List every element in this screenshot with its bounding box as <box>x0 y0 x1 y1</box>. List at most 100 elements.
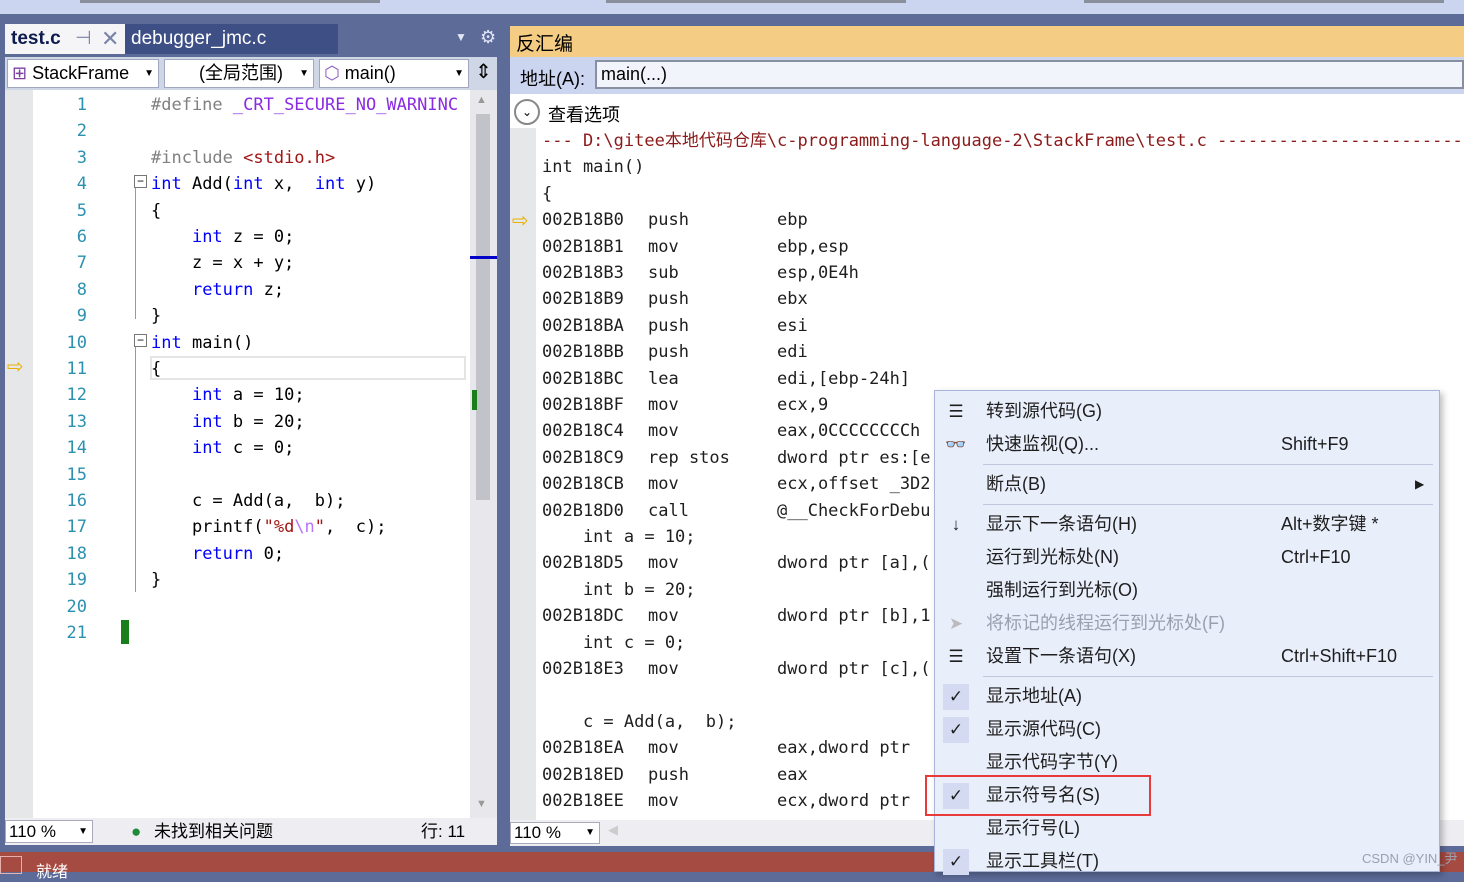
code-token: z; <box>253 279 285 300</box>
asm-address: 002B18C4 <box>542 421 624 442</box>
code-line[interactable]: #define _CRT_SECURE_NO_WARNINC <box>151 92 458 118</box>
asm-address: 002B18BB <box>542 342 624 363</box>
code-token: _CRT_SECURE_NO_WARNINC <box>232 95 459 115</box>
status-icon <box>0 856 22 874</box>
code-editor[interactable]: ⇨ − − 1 #define _CRT_SECURE_NO_WARNINC 2 3 #… <box>5 90 470 818</box>
code-token: int <box>151 332 182 353</box>
code-line[interactable]: printf("%d\n", c); <box>151 514 387 540</box>
code-line[interactable]: { <box>151 356 161 382</box>
issues-status[interactable]: 未找到相关问题 <box>154 818 273 845</box>
code-line[interactable]: } <box>151 303 161 329</box>
source-line: int b = 20; <box>542 579 696 600</box>
asm-opcode: mov <box>648 474 679 495</box>
menu-item[interactable]: 断点(B) ▶ <box>935 468 1439 501</box>
code-token: 0; <box>253 543 285 564</box>
line-number: 19 <box>66 570 87 591</box>
menu-item[interactable]: 显示行号(L) <box>935 812 1439 845</box>
code-line[interactable]: return 0; <box>151 541 284 567</box>
tab-dropdown-icon[interactable]: ▼ <box>455 30 467 44</box>
menu-item[interactable]: ☰ 设置下一条语句(X) Ctrl+Shift+F10 <box>935 640 1439 673</box>
asm-opcode: push <box>648 764 689 785</box>
address-input[interactable]: main(...) <box>595 60 1464 89</box>
asm-address: 002B18B9 <box>542 289 624 310</box>
menu-item[interactable]: 👓 快速监视(Q)... Shift+F9 <box>935 428 1439 461</box>
code-line[interactable]: int a = 10; <box>151 382 305 408</box>
scroll-thumb[interactable] <box>476 114 490 500</box>
member-combo[interactable]: ⬡ main() ▼ <box>319 59 469 88</box>
code-line[interactable]: } <box>151 567 161 593</box>
asm-address: 002B18C9 <box>542 447 624 468</box>
menu-item[interactable]: ✓ 显示地址(A) <box>935 680 1439 713</box>
address-label: 地址(A): <box>520 69 585 89</box>
code-line[interactable]: { <box>151 198 161 224</box>
chevron-down-icon: ▼ <box>454 68 464 79</box>
view-options-label[interactable]: 查看选项 <box>548 101 620 127</box>
navigation-bar: ⊞ StackFrame ▼ (全局范围) ▼ ⬡ main() ▼ ⇕ <box>5 57 497 90</box>
line-position: 行: 11 <box>421 822 466 841</box>
menu-item-label: 将标记的线程运行到光标处(F) <box>986 613 1225 633</box>
menu-item[interactable]: ✓ 显示源代码(C) <box>935 713 1439 746</box>
asm-operand: esp,0E4h <box>777 263 859 283</box>
asm-opcode: mov <box>648 791 679 811</box>
code-token: a = 10; <box>222 385 305 406</box>
scroll-down-icon[interactable]: ▼ <box>476 798 487 810</box>
tab-debugger-jmc[interactable]: debugger_jmc.c <box>125 24 338 54</box>
code-line[interactable]: c = Add(a, b); <box>151 488 346 514</box>
project-icon: ⊞ <box>12 63 33 83</box>
editor-scrollbar[interactable]: ▲ ▼ <box>470 90 497 818</box>
code-line[interactable]: z = x + y; <box>151 250 294 276</box>
top-strip <box>0 0 1464 14</box>
menu-item-label: 显示源代码(C) <box>986 719 1101 739</box>
menu-item[interactable]: 强制运行到光标(O) <box>935 574 1439 607</box>
code-token: int <box>191 411 223 432</box>
menu-item-label: 显示行号(L) <box>986 818 1080 838</box>
scroll-up-icon[interactable]: ▲ <box>476 94 487 106</box>
code-token: x, <box>263 174 315 195</box>
asm-opcode: push <box>648 342 689 363</box>
asm-address: 002B18BC <box>542 368 624 389</box>
scope-combo[interactable]: (全局范围) ▼ <box>164 59 314 88</box>
asm-operand: edi,[ebp-24h] <box>777 368 911 389</box>
code-line[interactable]: int Add(int x, int y) <box>151 171 376 197</box>
code-line[interactable]: return z; <box>151 277 284 303</box>
collapse-icon[interactable]: − <box>134 175 147 188</box>
code-line[interactable]: int main() <box>151 330 253 356</box>
line-number: 17 <box>66 517 87 538</box>
zoom-combo[interactable]: 110 % ▼ <box>510 822 600 844</box>
menu-item-label: 快速监视(Q)... <box>986 434 1099 454</box>
menu-item[interactable]: ☰ 转到源代码(G) <box>935 395 1439 428</box>
menu-item[interactable]: ↓ 显示下一条语句(H) Alt+数字键 * <box>935 508 1439 541</box>
code-line[interactable]: int b = 20; <box>151 409 305 435</box>
asm-opcode: mov <box>648 738 679 759</box>
close-icon[interactable]: ✕ <box>101 26 119 52</box>
tab-label: test.c <box>11 28 61 49</box>
code-line[interactable]: int z = 0; <box>151 224 294 250</box>
scroll-left-icon[interactable]: ◀ <box>608 822 618 838</box>
menu-separator <box>983 464 1433 465</box>
pin-icon[interactable]: ⊣ <box>75 26 92 52</box>
asm-operand: ebp <box>777 210 808 231</box>
project-combo[interactable]: ⊞ StackFrame ▼ <box>7 59 159 88</box>
address-bar: 地址(A): main(...) <box>510 57 1464 94</box>
collapse-icon[interactable]: − <box>134 334 147 347</box>
zoom-combo[interactable]: 110 % ▼ <box>5 820 93 843</box>
split-icon[interactable]: ⇕ <box>475 59 492 84</box>
watermark: CSDN @YIN_尹 <box>1362 851 1458 866</box>
asm-operand: ebx <box>777 289 808 310</box>
line-number: 8 <box>76 279 87 300</box>
asm-operand: edi <box>777 342 808 363</box>
code-token: { <box>151 200 162 221</box>
source-line: c = Add(a, b); <box>542 711 737 732</box>
code-line[interactable]: int c = 0; <box>151 435 294 461</box>
tab-test-c[interactable]: test.c ⊣ ✕ <box>5 24 125 54</box>
zoom-label: 110 % <box>514 823 561 842</box>
menu-item[interactable]: 运行到光标处(N) Ctrl+F10 <box>935 541 1439 574</box>
expand-options-icon[interactable]: ⌄ <box>514 99 540 125</box>
menu-item-shortcut: Alt+数字键 * <box>1281 514 1379 534</box>
chevron-down-icon: ▼ <box>144 68 154 79</box>
code-line[interactable]: #include <stdio.h> <box>151 145 335 171</box>
code-token: z = x + y; <box>151 253 295 274</box>
asm-address: 002B18D0 <box>542 500 624 521</box>
gear-icon[interactable]: ⚙ <box>480 27 496 48</box>
